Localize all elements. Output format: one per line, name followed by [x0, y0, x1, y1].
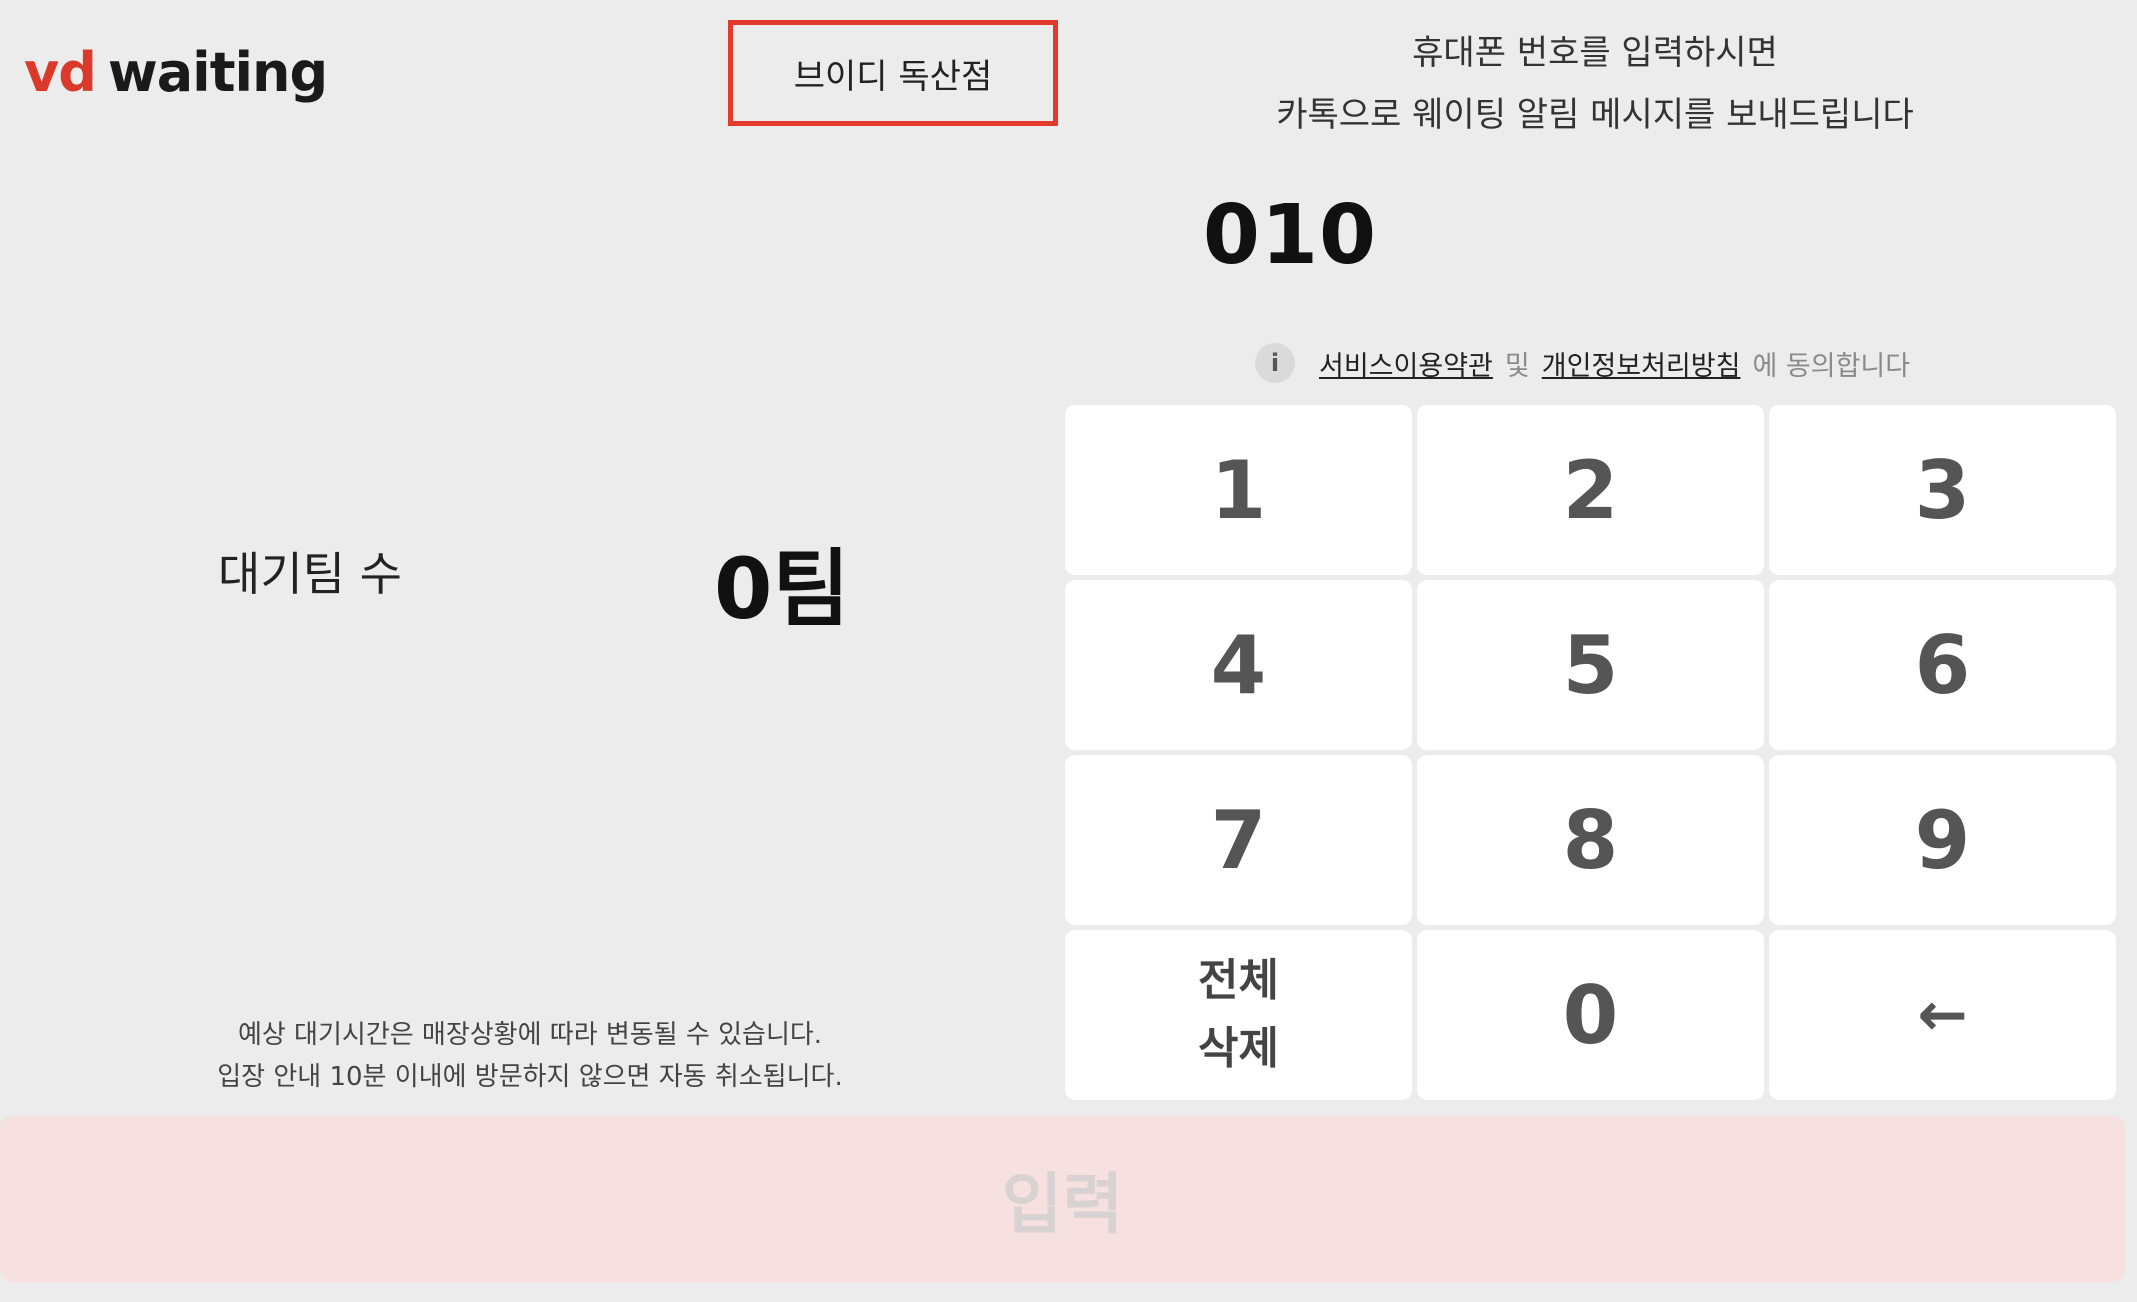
privacy-policy-link[interactable]: 개인정보처리방침 — [1542, 344, 1741, 383]
notice-line-1: 예상 대기시간은 매장상황에 따라 변동될 수 있습니다. — [237, 1020, 823, 1050]
logo-name: waiting — [107, 41, 328, 104]
key-0[interactable]: 0 — [1417, 930, 1764, 1100]
agreement-suffix: 에 동의합니다 — [1752, 350, 1911, 382]
wait-time-notice: 예상 대기시간은 매장상황에 따라 변동될 수 있습니다. 입장 안내 10분 … — [120, 1014, 940, 1098]
key-7[interactable]: 7 — [1065, 755, 1412, 925]
terms-of-service-link[interactable]: 서비스이용약관 — [1319, 344, 1493, 383]
vd-waiting-logo: vd waiting — [24, 38, 328, 108]
logo-prefix: vd — [24, 41, 97, 104]
key-4[interactable]: 4 — [1065, 580, 1412, 750]
notice-line-2: 입장 안내 10분 이내에 방문하지 않으면 자동 취소됩니다. — [217, 1062, 843, 1092]
instruction-line-1: 휴대폰 번호를 입력하시면 — [1412, 33, 1778, 73]
clear-all-label-1: 전체 — [1198, 955, 1279, 1006]
instruction-line-2: 카톡으로 웨이팅 알림 메시지를 보내드립니다 — [1276, 95, 1914, 135]
key-6[interactable]: 6 — [1769, 580, 2116, 750]
key-1[interactable]: 1 — [1065, 405, 1412, 575]
submit-button[interactable]: 입력 — [0, 1116, 2125, 1282]
info-icon[interactable]: i — [1255, 343, 1295, 383]
waiting-teams-label: 대기팀 수 — [218, 547, 402, 601]
agreement-and-text: 및 — [1504, 350, 1530, 382]
phone-instructions: 휴대폰 번호를 입력하시면 카톡으로 웨이팅 알림 메시지를 보내드립니다 — [1190, 22, 2000, 146]
key-8[interactable]: 8 — [1417, 755, 1764, 925]
phone-number-display: 010 — [1202, 187, 1378, 283]
submit-button-label: 입력 — [1001, 1166, 1124, 1243]
clear-all-button[interactable]: 전체 삭제 — [1065, 930, 1412, 1100]
backspace-arrow-icon: ← — [1917, 980, 1968, 1050]
number-keypad: 1 2 3 4 5 6 7 8 9 전체 삭제 0 ← — [1065, 405, 2117, 1100]
clear-all-label-2: 삭제 — [1198, 1023, 1279, 1074]
key-5[interactable]: 5 — [1417, 580, 1764, 750]
key-9[interactable]: 9 — [1769, 755, 2116, 925]
agreement-row: i 서비스이용약관 및 개인정보처리방침 에 동의합니다 — [1255, 340, 1922, 386]
store-name-box: 브이디 독산점 — [728, 20, 1058, 126]
key-2[interactable]: 2 — [1417, 405, 1764, 575]
store-name: 브이디 독산점 — [793, 56, 993, 97]
key-3[interactable]: 3 — [1769, 405, 2116, 575]
waiting-teams-count: 0팀 — [714, 540, 850, 638]
backspace-button[interactable]: ← — [1769, 930, 2116, 1100]
